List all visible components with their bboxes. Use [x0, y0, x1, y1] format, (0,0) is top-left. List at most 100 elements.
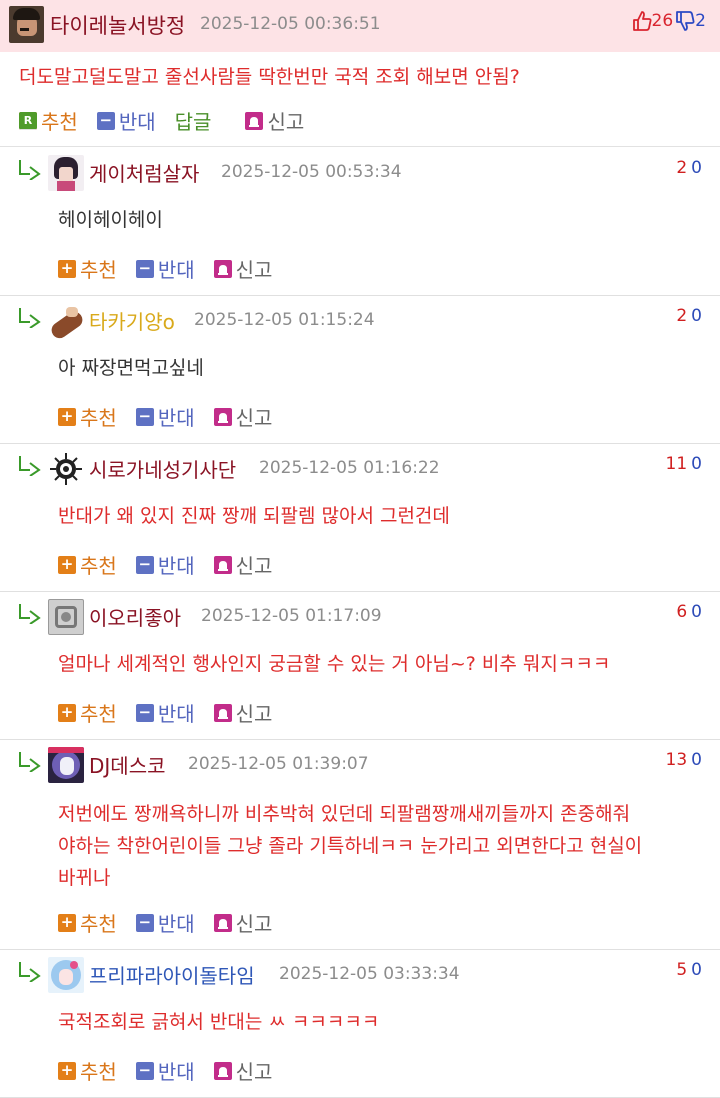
recommend-label: 추천: [80, 1060, 117, 1084]
reply-arrow-icon: [19, 752, 41, 772]
comment-date: 2025-12-05 01:17:09: [201, 606, 382, 626]
plus-icon: +: [58, 259, 76, 278]
reply-arrow-icon: [19, 160, 41, 180]
recommend-button[interactable]: + 추천: [58, 402, 117, 431]
vote-counts: 13 0: [666, 750, 702, 770]
report-label: 신고: [235, 258, 273, 282]
comment-date: 2025-12-05 00:53:34: [221, 162, 402, 182]
oppose-label: 반대: [118, 110, 156, 134]
siren-icon: [245, 111, 264, 130]
report-button[interactable]: 신고: [213, 254, 273, 283]
report-button[interactable]: 신고: [213, 402, 273, 431]
recommend-button[interactable]: + 추천: [58, 254, 117, 283]
plus-icon: +: [58, 913, 76, 932]
comment-date: 2025-12-05 01:39:07: [188, 754, 369, 774]
recommend-button[interactable]: + 추천: [58, 698, 117, 727]
upvote-count: 13: [665, 750, 688, 770]
oppose-label: 반대: [157, 702, 195, 726]
comment-text: 아 짜장면먹고싶네: [58, 352, 708, 384]
recommend-button[interactable]: + 추천: [58, 908, 117, 937]
avatar[interactable]: [48, 155, 84, 191]
minus-icon: −: [135, 407, 154, 426]
comment-actions: + 추천 − 반대 신고: [58, 402, 291, 431]
recommend-label: 추천: [80, 702, 117, 726]
comment-line: 반대가 왜 있지 진짜 짱깨 되팔렘 많아서 그런건데: [58, 505, 450, 527]
avatar[interactable]: [9, 6, 44, 43]
avatar[interactable]: [48, 451, 84, 487]
vote-counts: 26 2: [632, 10, 706, 32]
report-button[interactable]: 신고: [245, 106, 304, 135]
reply-label: 답글: [174, 110, 212, 134]
upvote-count: 6: [676, 602, 688, 622]
recommend-label: 추천: [80, 258, 117, 282]
reply-comment: 타카기양o 2025-12-05 01:15:24 20 아 짜장면먹고싶네 +…: [0, 296, 720, 444]
comment-date: 2025-12-05 03:33:34: [279, 964, 460, 984]
oppose-label: 반대: [157, 1060, 195, 1084]
comment-date: 2025-12-05 00:36:51: [200, 14, 381, 34]
reply-button[interactable]: R 답글: [19, 106, 212, 135]
top-comment-header: 타이레놀서방정 2025-12-05 00:36:51 26 2: [0, 0, 720, 52]
author-name[interactable]: 시로가네성기사단: [89, 454, 236, 483]
comment-text: 헤이헤이헤이: [58, 204, 708, 236]
comment-actions: + 추천 − 반대 신고: [58, 908, 291, 937]
report-button[interactable]: 신고: [213, 908, 273, 937]
upvote-count: 26: [651, 11, 674, 31]
author-name[interactable]: 이오리좋아: [89, 602, 181, 631]
author-name[interactable]: 게이처럼살자: [89, 158, 199, 187]
author-name[interactable]: 타이레놀서방정: [50, 10, 185, 40]
comment-text: 국적조회로 긁혀서 반대는 ㅆ ㅋㅋㅋㅋㅋ: [58, 1006, 708, 1038]
minus-icon: −: [135, 259, 154, 278]
downvote-count: 0: [691, 306, 702, 326]
oppose-button[interactable]: − 반대: [135, 550, 195, 579]
reply-comment: 프리파라아이돌타임 2025-12-05 03:33:34 50 국적조회로 긁…: [0, 950, 720, 1098]
avatar[interactable]: [48, 599, 84, 635]
downvote-count: 0: [691, 602, 702, 622]
oppose-button[interactable]: − 반대: [135, 908, 195, 937]
thumbs-up-icon[interactable]: [632, 10, 652, 32]
reply-arrow-icon: [19, 456, 41, 476]
recommend-button[interactable]: + 추천: [58, 1056, 117, 1085]
report-button[interactable]: 신고: [213, 698, 273, 727]
comment-line: 국적조회로 긁혀서 반대는 ㅆ ㅋㅋㅋㅋㅋ: [58, 1011, 380, 1033]
author-name[interactable]: 프리파라아이돌타임: [89, 960, 255, 989]
comment-line: 야하는 착한어린이들 그냥 졸라 기특하네ㅋㅋ 눈가리고 외면한다고 현실이: [58, 835, 643, 857]
siren-icon: [213, 913, 232, 932]
oppose-button[interactable]: − 반대: [135, 698, 195, 727]
comment-text: 얼마나 세계적인 행사인지 궁금할 수 있는 거 아님~? 비추 뭐지ㅋㅋㅋ: [58, 648, 708, 680]
author-name[interactable]: 타카기양o: [89, 306, 175, 335]
oppose-label: 반대: [157, 406, 195, 430]
recommend-button[interactable]: + 추천: [58, 550, 117, 579]
thumbs-down-icon[interactable]: [675, 10, 695, 32]
minus-icon: −: [96, 111, 115, 130]
report-button[interactable]: 신고: [213, 1056, 273, 1085]
avatar[interactable]: [48, 957, 84, 993]
plus-icon: +: [58, 555, 76, 574]
oppose-button[interactable]: − 반대: [135, 1056, 195, 1085]
avatar[interactable]: [48, 303, 84, 339]
vote-counts: 20: [676, 158, 702, 178]
plus-icon: +: [58, 703, 76, 722]
downvote-count: 0: [691, 750, 702, 770]
downvote-count: 0: [691, 960, 702, 980]
recommend-label: 추천: [41, 110, 78, 134]
avatar[interactable]: [48, 747, 84, 783]
oppose-button[interactable]: − 반대: [135, 402, 195, 431]
report-label: 신고: [235, 912, 273, 936]
siren-icon: [213, 259, 232, 278]
oppose-button[interactable]: − 반대: [135, 254, 195, 283]
oppose-button[interactable]: − 반대: [96, 106, 156, 135]
upvote-count: 2: [676, 306, 688, 326]
comment-text: 반대가 왜 있지 진짜 짱깨 되팔렘 많아서 그런건데: [58, 500, 708, 532]
vote-counts: 20: [676, 306, 702, 326]
vote-counts: 50: [676, 960, 702, 980]
report-button[interactable]: 신고: [213, 550, 272, 579]
vote-counts: 11 0: [666, 454, 702, 474]
author-name[interactable]: DJ데스코: [89, 750, 166, 779]
report-label: 신고: [235, 1060, 273, 1084]
oppose-label: 반대: [157, 912, 195, 936]
report-label: 신고: [235, 702, 273, 726]
report-label: 신고: [235, 406, 273, 430]
comment-line: 헤이헤이헤이: [58, 209, 163, 231]
comment-line: 저번에도 짱깨욕하니까 비추박혀 있던데 되팔램짱깨새끼들까지 존중해줘: [58, 803, 631, 825]
plus-icon: +: [58, 407, 76, 426]
